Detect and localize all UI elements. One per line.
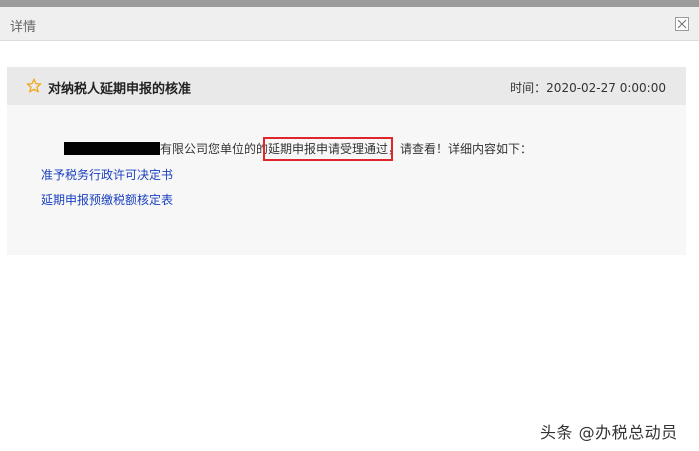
top-strip (0, 0, 699, 7)
dialog-titlebar: 详情 (0, 7, 699, 41)
close-icon (677, 19, 687, 29)
detail-panel: 对纳税人延期申报的核准 时间：2020-02-27 0:00:00 有限公司您单… (7, 67, 686, 255)
panel-title: 对纳税人延期申报的核准 (48, 82, 192, 97)
watermark: 头条 @办税总动员 (540, 423, 678, 442)
panel-timestamp: 时间：2020-02-27 0:00:00 (510, 81, 666, 95)
panel-header: 对纳税人延期申报的核准 时间：2020-02-27 0:00:00 (7, 67, 686, 105)
highlighted-status: 延期申报申请受理通过 (263, 137, 394, 161)
dialog-title: 详情 (10, 20, 37, 35)
link-prepayment-table[interactable]: 延期申报预缴税额核定表 (41, 191, 173, 208)
link-approval-decision[interactable]: 准予税务行政许可决定书 (41, 166, 173, 183)
message-text: 有限公司您单位的的延期申报申请受理通过，请查看！详细内容如下： (64, 137, 533, 161)
redacted-company-name (64, 142, 160, 155)
message-prefix: 有限公司您单位的的 (160, 142, 269, 156)
star-icon (26, 78, 42, 93)
close-button[interactable] (675, 17, 689, 31)
message-suffix: ，请查看！详细内容如下： (388, 142, 533, 156)
